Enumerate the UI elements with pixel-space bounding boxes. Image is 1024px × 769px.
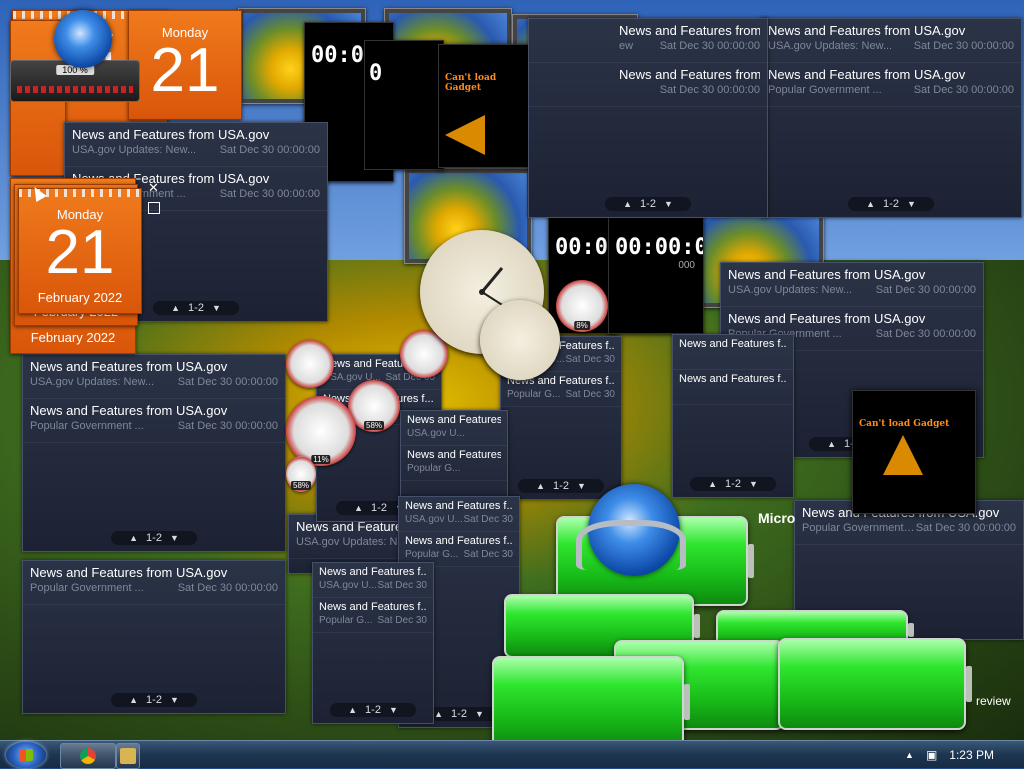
cpu-gauge-gadget[interactable]: 58% [286,456,316,492]
network-icon[interactable]: ▣ [926,748,937,762]
news-gadget[interactable]: News and Features from USA.govPopular Go… [22,560,286,714]
clock-time: 00:0 [555,235,608,260]
close-gadget-button[interactable]: ✕ [148,180,159,196]
news-item[interactable]: News and Features f... Popular G... Sat De… [313,598,433,633]
cpu-led-bar [17,86,133,93]
clock[interactable]: 1:23 PM [949,748,994,762]
headphones-icon [576,520,686,570]
globe-icon[interactable] [54,10,112,68]
digital-clock-gadget[interactable]: 00:00:00 000 [608,214,704,334]
gauge-gadget[interactable] [286,340,334,388]
news-item[interactable]: News and Features from USA.govPopular Go… [23,399,285,443]
news-item[interactable]: News and Features f...USA.gov U...Sat De… [313,563,433,598]
news-gadget[interactable]: News and Features from USA.govUSA.gov Up… [22,354,286,552]
desktop: 00:0 0 00:0 00:00:00 000 Can't load Gadg… [0,0,1024,740]
news-item[interactable]: News and Features from USA.govPopular Go… [23,561,285,605]
taskbar: ▲ ▣ 1:23 PM [0,740,1024,769]
chrome-icon [80,748,96,764]
cone-icon [445,115,485,155]
calendar-gadget[interactable]: Monday 21 [128,10,242,120]
windows-logo-icon [19,749,33,761]
expand-gadget-button[interactable] [148,202,160,214]
news-pager[interactable]: ▲1-2▼ [313,703,433,717]
system-tray: ▲ ▣ 1:23 PM [905,741,1024,769]
failed-gadget[interactable]: Can't load Gadget [438,44,534,168]
news-item[interactable]: News and Features f...USA.gov U...Sat De… [399,497,519,532]
start-button[interactable] [6,742,46,768]
battery-gadget[interactable] [492,656,690,740]
taskbar-app-explorer[interactable] [116,743,140,769]
news-item[interactable]: News and Features from USA.govUSA.gov Up… [721,263,983,307]
clock-seconds: 000 [678,260,695,271]
clock-time: 00:00:00 [615,235,703,260]
cant-load-message: Can't load Gadget [859,419,950,429]
news-item[interactable]: News and Features from USA.govewSat Dec … [529,19,767,63]
calendar-month: February 2022 [37,290,123,305]
cpu-gauge-gadget[interactable]: 58% [348,380,400,432]
analog-clock-gadget[interactable] [480,300,560,380]
folder-icon [120,748,136,764]
cant-load-message: Can't load Gadget [445,73,497,93]
news-pager[interactable]: ▲1-2▼ [673,477,793,491]
news-item[interactable]: News and Features from USA.govUSA.gov Up… [761,19,1021,63]
calendar-gadget[interactable]: Monday 21 February 2022 [18,188,142,314]
news-item[interactable]: News and Features f...USA.gov U... [401,411,507,446]
news-gadget[interactable]: News and Features from USA.govUSA.gov Up… [760,18,1022,218]
news-item[interactable]: News and Features f...Popular G... [401,446,507,481]
news-item[interactable]: News and Features from USA.govSat Dec 30… [529,63,767,107]
cpu-gauge-gadget[interactable]: 8% [556,280,608,332]
news-pager[interactable]: ▲1-2▼ [529,197,767,211]
show-hidden-icons-button[interactable]: ▲ [905,750,914,760]
calendar-day: 21 [150,36,220,105]
news-item[interactable]: News and Features from USA.govPopular Go… [761,63,1021,107]
news-gadget[interactable]: News and Features f...USA.gov U...Sat De… [312,562,434,724]
news-pager[interactable]: ▲1-2▼ [761,197,1021,211]
news-gadget[interactable]: News and Features f... News and Features… [672,334,794,498]
background-text: Micro [758,510,796,526]
taskbar-app-chrome[interactable] [60,743,116,769]
background-text: review [976,694,1011,708]
cone-icon [883,435,923,475]
battery-gadget[interactable] [778,638,972,730]
calendar-month: February 2022 [30,330,116,345]
news-item[interactable]: News and Features from USA.govUSA.gov Up… [65,123,327,167]
news-item[interactable]: News and Features f... [673,335,793,370]
news-pager[interactable]: ▲1-2▼ [23,693,285,707]
clock-time: 0 [369,61,383,86]
digital-clock-gadget[interactable]: 0 [364,40,444,170]
news-item[interactable]: News and Features from USA.govUSA.gov Up… [23,355,285,399]
news-gadget[interactable]: News and Features from USA.govewSat Dec … [528,18,768,218]
news-pager[interactable]: ▲1-2▼ [23,531,285,545]
calendar-day: 21 [45,218,115,287]
news-pager[interactable]: ▲1-2▼ [501,479,621,493]
failed-gadget[interactable]: Can't load Gadget [852,390,976,514]
news-item[interactable]: News and Features f... [673,370,793,405]
